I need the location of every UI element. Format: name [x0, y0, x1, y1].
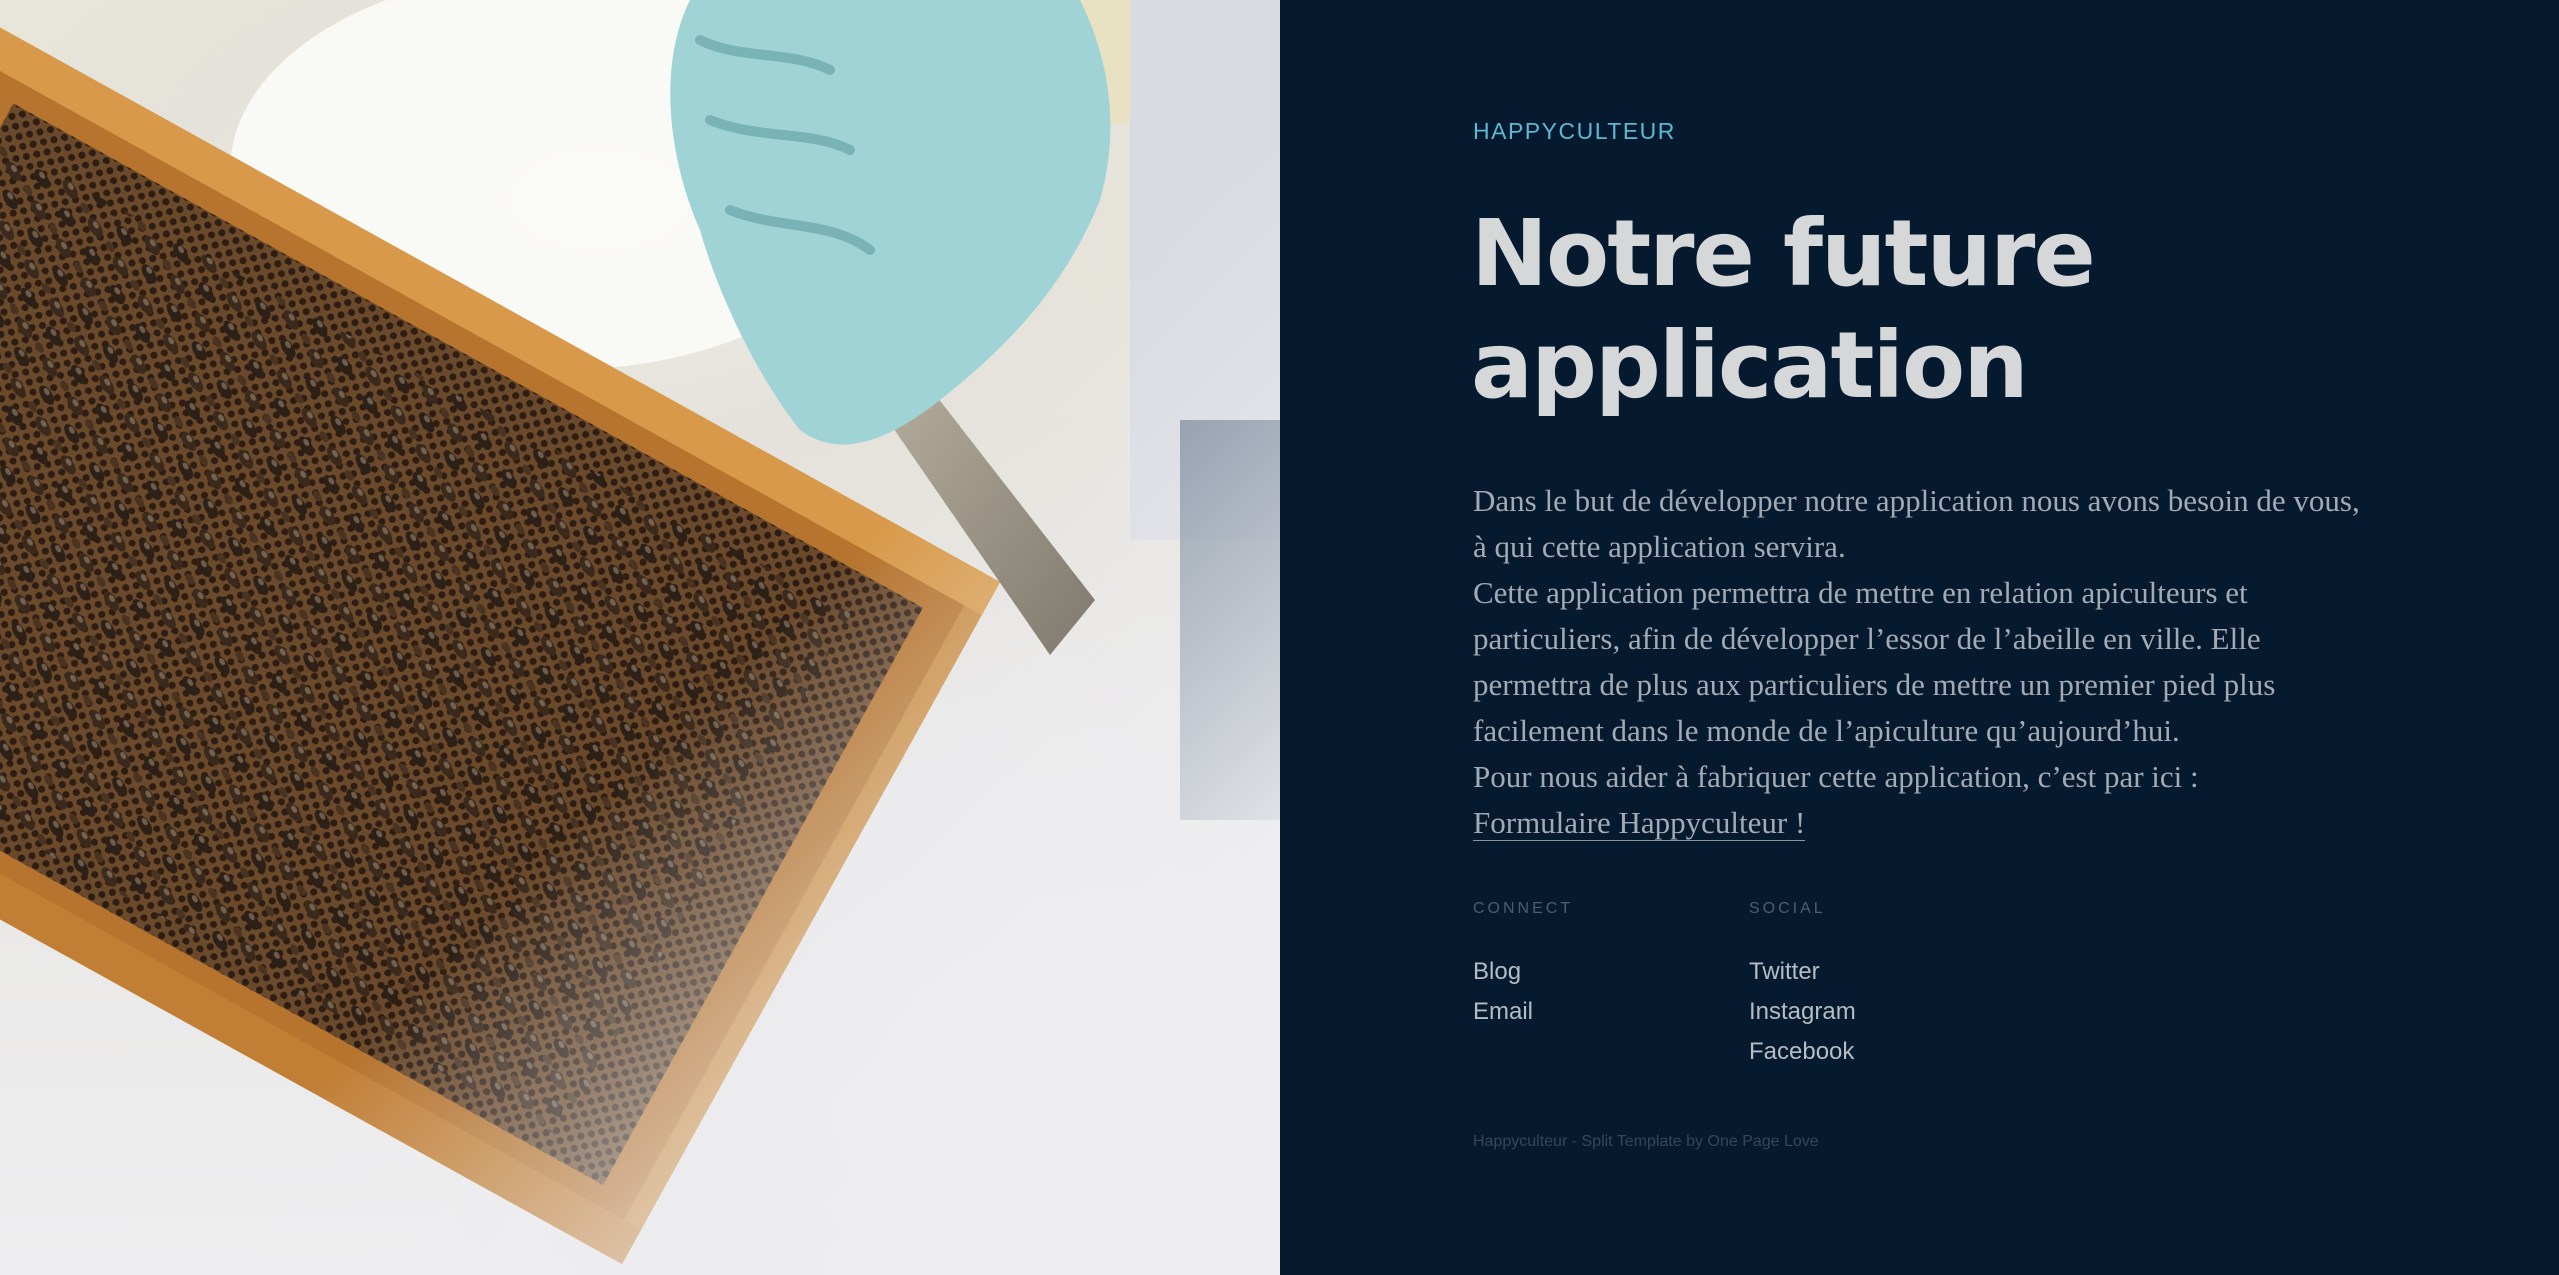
connect-item-email: Email — [1473, 992, 1533, 1032]
footer-credit: Happyculteur - Split Template by One Pag… — [1473, 1133, 1819, 1151]
form-link[interactable]: Formulaire Happyculteur ! — [1473, 805, 1806, 841]
instagram-link[interactable]: Instagram — [1749, 998, 1856, 1025]
intro-paragraph-3: Pour nous aider à fabriquer cette applic… — [1473, 754, 2373, 846]
footer-credit-link[interactable]: One Page Love — [1708, 1133, 1819, 1150]
footer-text: Happyculteur - Split Template by — [1473, 1133, 1704, 1150]
blog-link[interactable]: Blog — [1473, 958, 1521, 985]
social-heading: SOCIAL — [1749, 900, 1826, 917]
beehive-illustration — [0, 0, 1280, 1275]
intro-paragraph-1: Dans le but de développer notre applicat… — [1473, 483, 2360, 564]
page-title-line2: application — [1471, 312, 2029, 419]
page-title: Notre future application — [1471, 198, 2371, 422]
intro-paragraph-3-text: Pour nous aider à fabriquer cette applic… — [1473, 759, 2199, 794]
content-panel: HAPPYCULTEUR Notre future application Da… — [1280, 0, 2559, 1275]
social-item-instagram: Instagram — [1749, 992, 1856, 1032]
split-layout: HAPPYCULTEUR Notre future application Da… — [0, 0, 2559, 1275]
brand-name[interactable]: HAPPYCULTEUR — [1473, 118, 1676, 145]
beehive-frame-photo — [0, 0, 1280, 1275]
page-title-line1: Notre future — [1471, 200, 2096, 307]
email-link[interactable]: Email — [1473, 998, 1533, 1025]
connect-heading: CONNECT — [1473, 900, 1574, 917]
intro-text: Dans le but de développer notre applicat… — [1473, 478, 2373, 846]
intro-paragraph-2: Cette application permettra de mettre en… — [1473, 575, 2276, 748]
connect-item-blog: Blog — [1473, 952, 1533, 992]
social-item-facebook: Facebook — [1749, 1032, 1856, 1072]
social-item-twitter: Twitter — [1749, 952, 1856, 992]
social-links: Twitter Instagram Facebook — [1749, 952, 1856, 1072]
facebook-link[interactable]: Facebook — [1749, 1038, 1854, 1065]
twitter-link[interactable]: Twitter — [1749, 958, 1820, 985]
connect-links: Blog Email — [1473, 952, 1533, 1032]
